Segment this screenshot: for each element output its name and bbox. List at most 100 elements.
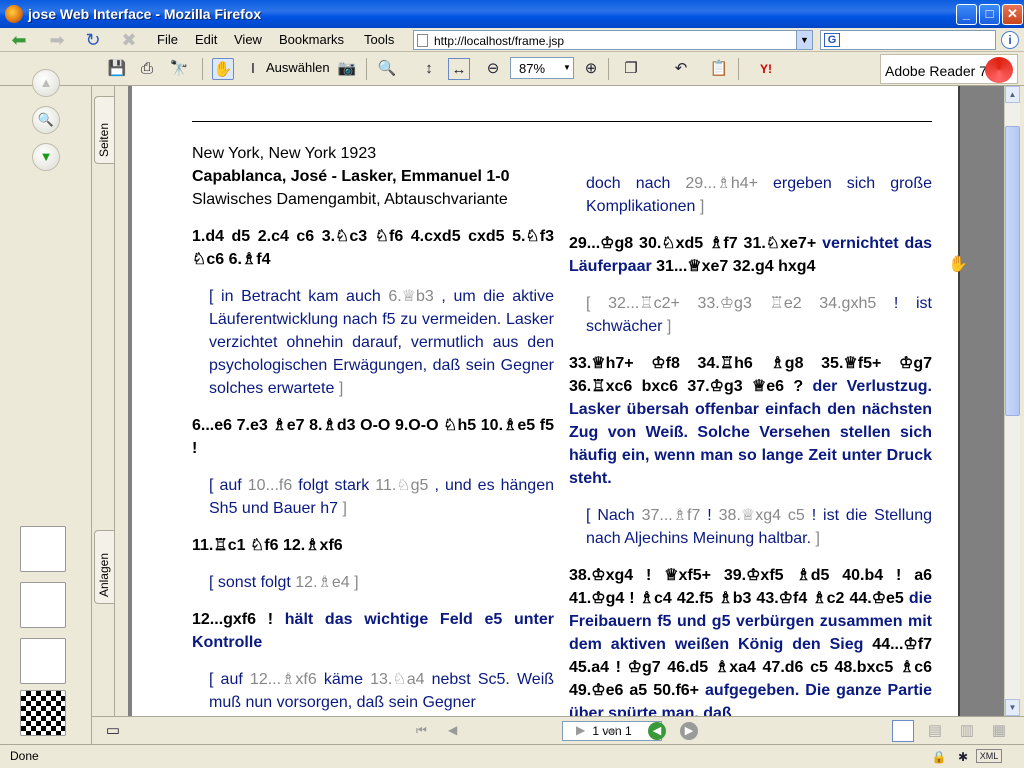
- toolbar-divider: [608, 58, 609, 80]
- comment-paragraph: [ 32...♖c2+ 33.♔g3 ♖e2 34.gxh5 ! ist sch…: [569, 292, 932, 338]
- zoom-in-tool-icon[interactable]: 🔍: [376, 58, 398, 80]
- annotation-text: [ auf: [209, 671, 250, 688]
- left-column: New York, New York 1923 Capablanca, José …: [192, 142, 554, 716]
- comment-paragraph: [ auf 10...f6 folgt stark 11.♘g5 , und e…: [192, 474, 554, 520]
- go-back-icon[interactable]: ◀: [648, 722, 666, 740]
- copy-icon[interactable]: 📋: [708, 58, 730, 80]
- variation-move: 29...♗h4+: [685, 175, 759, 192]
- comment-paragraph: [ auf 12...♗xf6 käme 13.♘a4 nebst Sc5. W…: [192, 668, 554, 714]
- move-text: 29...♔g8 30.♘xd5 ♗f7 31.♘xe7+: [569, 235, 823, 252]
- moves-paragraph: 11.♖c1 ♘f6 12.♗xf6: [192, 537, 343, 554]
- fit-page-icon[interactable]: ↕: [418, 58, 440, 80]
- address-dropdown-icon[interactable]: ▼: [796, 31, 812, 49]
- scroll-up-arrow-icon[interactable]: ▲: [1005, 86, 1020, 103]
- zoom-value: 87%: [519, 61, 546, 76]
- zoom-field[interactable]: 87% ▼: [510, 57, 574, 79]
- minimize-button[interactable]: _: [956, 4, 977, 25]
- variation-move: 10...f6: [247, 477, 293, 494]
- search-icon[interactable]: 🔍: [32, 106, 60, 134]
- adobe-reader-badge[interactable]: Adobe Reader 7.0: [880, 54, 1018, 84]
- menu-tools[interactable]: Tools: [364, 32, 394, 47]
- hand-tool-icon[interactable]: ✋: [212, 58, 234, 80]
- annotation-text: [ auf: [209, 477, 248, 494]
- next-page-icon[interactable]: ▶: [576, 723, 585, 737]
- status-text: Done: [10, 749, 39, 763]
- search-input[interactable]: G: [820, 30, 996, 50]
- comment-paragraph: [ in Betracht kam auch 6.♕b3 , um die ak…: [192, 285, 554, 400]
- moves-paragraph: 29...♔g8 30.♘xd5 ♗f7 31.♘xe7+ vernichtet…: [569, 232, 932, 278]
- previous-page-icon[interactable]: ◀: [448, 723, 457, 737]
- fit-width-icon[interactable]: ↔: [448, 58, 470, 80]
- tab-pages-label: Seiten: [97, 122, 111, 157]
- find-icon[interactable]: 🔭: [168, 58, 190, 80]
- pdf-page: New York, New York 1923 Capablanca, José …: [132, 86, 960, 716]
- annotation-text: !: [700, 507, 719, 524]
- previous-page-arrow-icon[interactable]: ▲: [32, 69, 60, 97]
- address-bar[interactable]: http://localhost/frame.jsp ▼: [413, 30, 813, 50]
- xml-icon[interactable]: XML: [976, 749, 1002, 763]
- lock-icon: 🔒: [931, 750, 947, 764]
- firefox-icon: [5, 5, 23, 23]
- facing-icon[interactable]: ▥: [956, 720, 978, 742]
- print-icon[interactable]: ⎙: [136, 58, 158, 80]
- annotation-text: [ sonst folgt: [209, 574, 296, 591]
- variation-move: 37...♗f7: [641, 507, 701, 524]
- scroll-down-arrow-icon[interactable]: ▼: [1005, 699, 1020, 716]
- vertical-scrollbar[interactable]: ▲ ▼: [1004, 86, 1020, 716]
- info-icon[interactable]: i: [1001, 31, 1019, 49]
- zoom-in-icon[interactable]: ⊕: [580, 58, 602, 80]
- tab-attachments[interactable]: Anlagen: [94, 530, 114, 604]
- document-viewport[interactable]: New York, New York 1923 Capablanca, José …: [128, 86, 1004, 716]
- stop-icon[interactable]: ✖: [116, 30, 142, 50]
- single-page-icon[interactable]: [892, 720, 914, 742]
- menu-edit[interactable]: Edit: [195, 32, 217, 47]
- first-page-icon[interactable]: ⏮: [416, 723, 427, 738]
- address-url: http://localhost/frame.jsp: [434, 34, 565, 48]
- variation-move: ]: [815, 530, 820, 547]
- acrobat-statusbar: ▭ ⏮ ◀ 1 von 1 ▶ ⏭ ◀ ▶ ▤ ▥ ▦: [92, 716, 1024, 744]
- page-layout-icon[interactable]: ❐: [620, 58, 642, 80]
- reload-icon[interactable]: ↻: [80, 30, 106, 50]
- bug-icon[interactable]: ✱: [952, 746, 974, 768]
- rotate-icon[interactable]: ↶: [670, 58, 692, 80]
- zoom-out-icon[interactable]: ⊖: [482, 58, 504, 80]
- comment-paragraph: doch nach 29...♗h4+ ergeben sich große K…: [569, 172, 932, 218]
- last-page-icon[interactable]: ⏭: [606, 723, 617, 738]
- annotation-text: [ Nach: [586, 507, 642, 524]
- web-document-icon[interactable]: [20, 526, 66, 572]
- back-icon[interactable]: ⬅: [6, 30, 32, 50]
- maximize-button[interactable]: □: [979, 4, 1000, 25]
- select-tool-icon[interactable]: I: [242, 58, 264, 80]
- game-header-line: Slawisches Damengambit, Abtauschvariante: [192, 191, 508, 208]
- close-button[interactable]: ✕: [1002, 4, 1023, 25]
- go-forward-icon[interactable]: ▶: [680, 722, 698, 740]
- forward-icon[interactable]: ➡: [44, 30, 70, 50]
- annotation-text: käme: [316, 671, 371, 688]
- page-size-icon[interactable]: ▭: [102, 720, 124, 742]
- chessboard-document-icon[interactable]: [20, 690, 66, 736]
- window-titlebar: jose Web Interface - Mozilla Firefox _ □…: [0, 0, 1024, 28]
- variation-move: ]: [349, 574, 359, 591]
- scrollbar-thumb[interactable]: [1005, 126, 1020, 416]
- variation-move: [ 32...♖c2+ 33.♔g3 ♖e2 34.gxh5: [586, 295, 877, 312]
- select-tool-label[interactable]: Auswählen: [266, 60, 330, 75]
- variation-move: ]: [699, 198, 705, 215]
- yahoo-icon[interactable]: Y!: [748, 58, 784, 80]
- menu-file[interactable]: File: [157, 32, 178, 47]
- save-icon[interactable]: 💾: [106, 58, 128, 80]
- edit-document-icon[interactable]: [20, 638, 66, 684]
- toolbar-divider: [738, 58, 739, 80]
- variation-move: ]: [342, 500, 347, 517]
- menu-bookmarks[interactable]: Bookmarks: [279, 32, 344, 47]
- continuous-facing-icon[interactable]: ▦: [988, 720, 1010, 742]
- tab-pages[interactable]: Seiten: [94, 96, 114, 164]
- zoom-dropdown-icon[interactable]: ▼: [561, 58, 573, 78]
- menu-view[interactable]: View: [234, 32, 262, 47]
- game-header-line: New York, New York 1923: [192, 145, 377, 162]
- snapshot-icon[interactable]: 📷: [336, 58, 358, 80]
- next-page-arrow-icon[interactable]: ▼: [32, 143, 60, 171]
- pdf-document-icon[interactable]: [20, 582, 66, 628]
- continuous-icon[interactable]: ▤: [924, 720, 946, 742]
- moves-paragraph: 33.♕h7+ ♔f8 34.♖h6 ♗g8 35.♕f5+ ♔g7 36.♖x…: [569, 352, 932, 490]
- moves-paragraph: 12...gxf6 ! hält das wichtige Feld e5 un…: [192, 608, 554, 654]
